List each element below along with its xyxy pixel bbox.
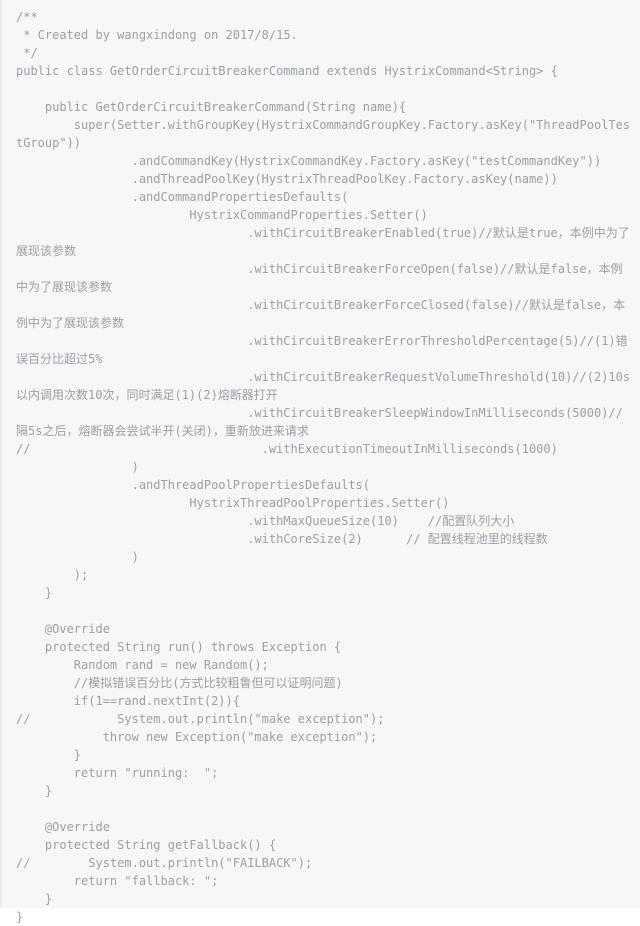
- code-line: return "running: ";: [16, 766, 219, 780]
- code-line: HystrixThreadPoolProperties.Setter(): [16, 496, 450, 510]
- code-line: */: [16, 46, 38, 60]
- code-line: throw new Exception("make exception");: [16, 730, 378, 744]
- code-line: .withCircuitBreakerRequestVolumeThreshol…: [16, 370, 631, 402]
- code-lines-container: /** * Created by wangxindong on 2017/8/1…: [16, 8, 634, 926]
- code-line: }: [16, 784, 53, 798]
- code-line: .andCommandPropertiesDefaults(: [16, 190, 349, 204]
- code-line: ): [16, 550, 139, 564]
- code-line: //模拟错误百分比(方式比较粗鲁但可以证明问题): [16, 676, 343, 690]
- code-line: /**: [16, 10, 38, 24]
- code-block: /** * Created by wangxindong on 2017/8/1…: [0, 0, 640, 924]
- code-line: .andThreadPoolKey(HystrixThreadPoolKey.F…: [16, 172, 558, 186]
- code-line: }: [16, 748, 82, 762]
- code-line: @Override: [16, 622, 110, 636]
- code-line: Random rand = new Random();: [16, 658, 269, 672]
- code-line: .withCircuitBreakerErrorThresholdPercent…: [16, 334, 628, 366]
- code-line: // System.out.println("make exception");: [16, 712, 385, 726]
- code-line: }: [16, 910, 24, 924]
- code-line: .andCommandKey(HystrixCommandKey.Factory…: [16, 154, 602, 168]
- code-line: .withCircuitBreakerForceOpen(false)//默认是…: [16, 262, 623, 294]
- code-line: protected String run() throws Exception …: [16, 640, 342, 654]
- code-line: return "fallback: ";: [16, 874, 219, 888]
- code-line: HystrixCommandProperties.Setter(): [16, 208, 428, 222]
- code-line: // .withExecutionTimeoutInMilliseconds(1…: [16, 442, 558, 456]
- code-line: super(Setter.withGroupKey(HystrixCommand…: [16, 118, 631, 150]
- code-line: protected String getFallback() {: [16, 838, 277, 852]
- code-line: .withCircuitBreakerForceClosed(false)//默…: [16, 298, 626, 330]
- code-line: public class GetOrderCircuitBreakerComma…: [16, 64, 558, 78]
- code-line: .withCoreSize(2) // 配置线程池里的线程数: [16, 532, 548, 546]
- code-line: .withCircuitBreakerEnabled(true)//默认是tru…: [16, 226, 630, 258]
- code-line: );: [16, 568, 89, 582]
- code-line: .withCircuitBreakerSleepWindowInMillisec…: [16, 406, 623, 438]
- code-line: }: [16, 892, 53, 906]
- code-line: public GetOrderCircuitBreakerCommand(Str…: [16, 100, 407, 114]
- code-line: .withMaxQueueSize(10) //配置队列大小: [16, 514, 515, 528]
- code-line: if(1==rand.nextInt(2)){: [16, 694, 240, 708]
- code-line: @Override: [16, 820, 110, 834]
- code-line: // System.out.println("FAILBACK");: [16, 856, 313, 870]
- code-line: .andThreadPoolPropertiesDefaults(: [16, 478, 371, 492]
- code-line: ): [16, 460, 139, 474]
- code-line: * Created by wangxindong on 2017/8/15.: [16, 28, 298, 42]
- code-line: }: [16, 586, 53, 600]
